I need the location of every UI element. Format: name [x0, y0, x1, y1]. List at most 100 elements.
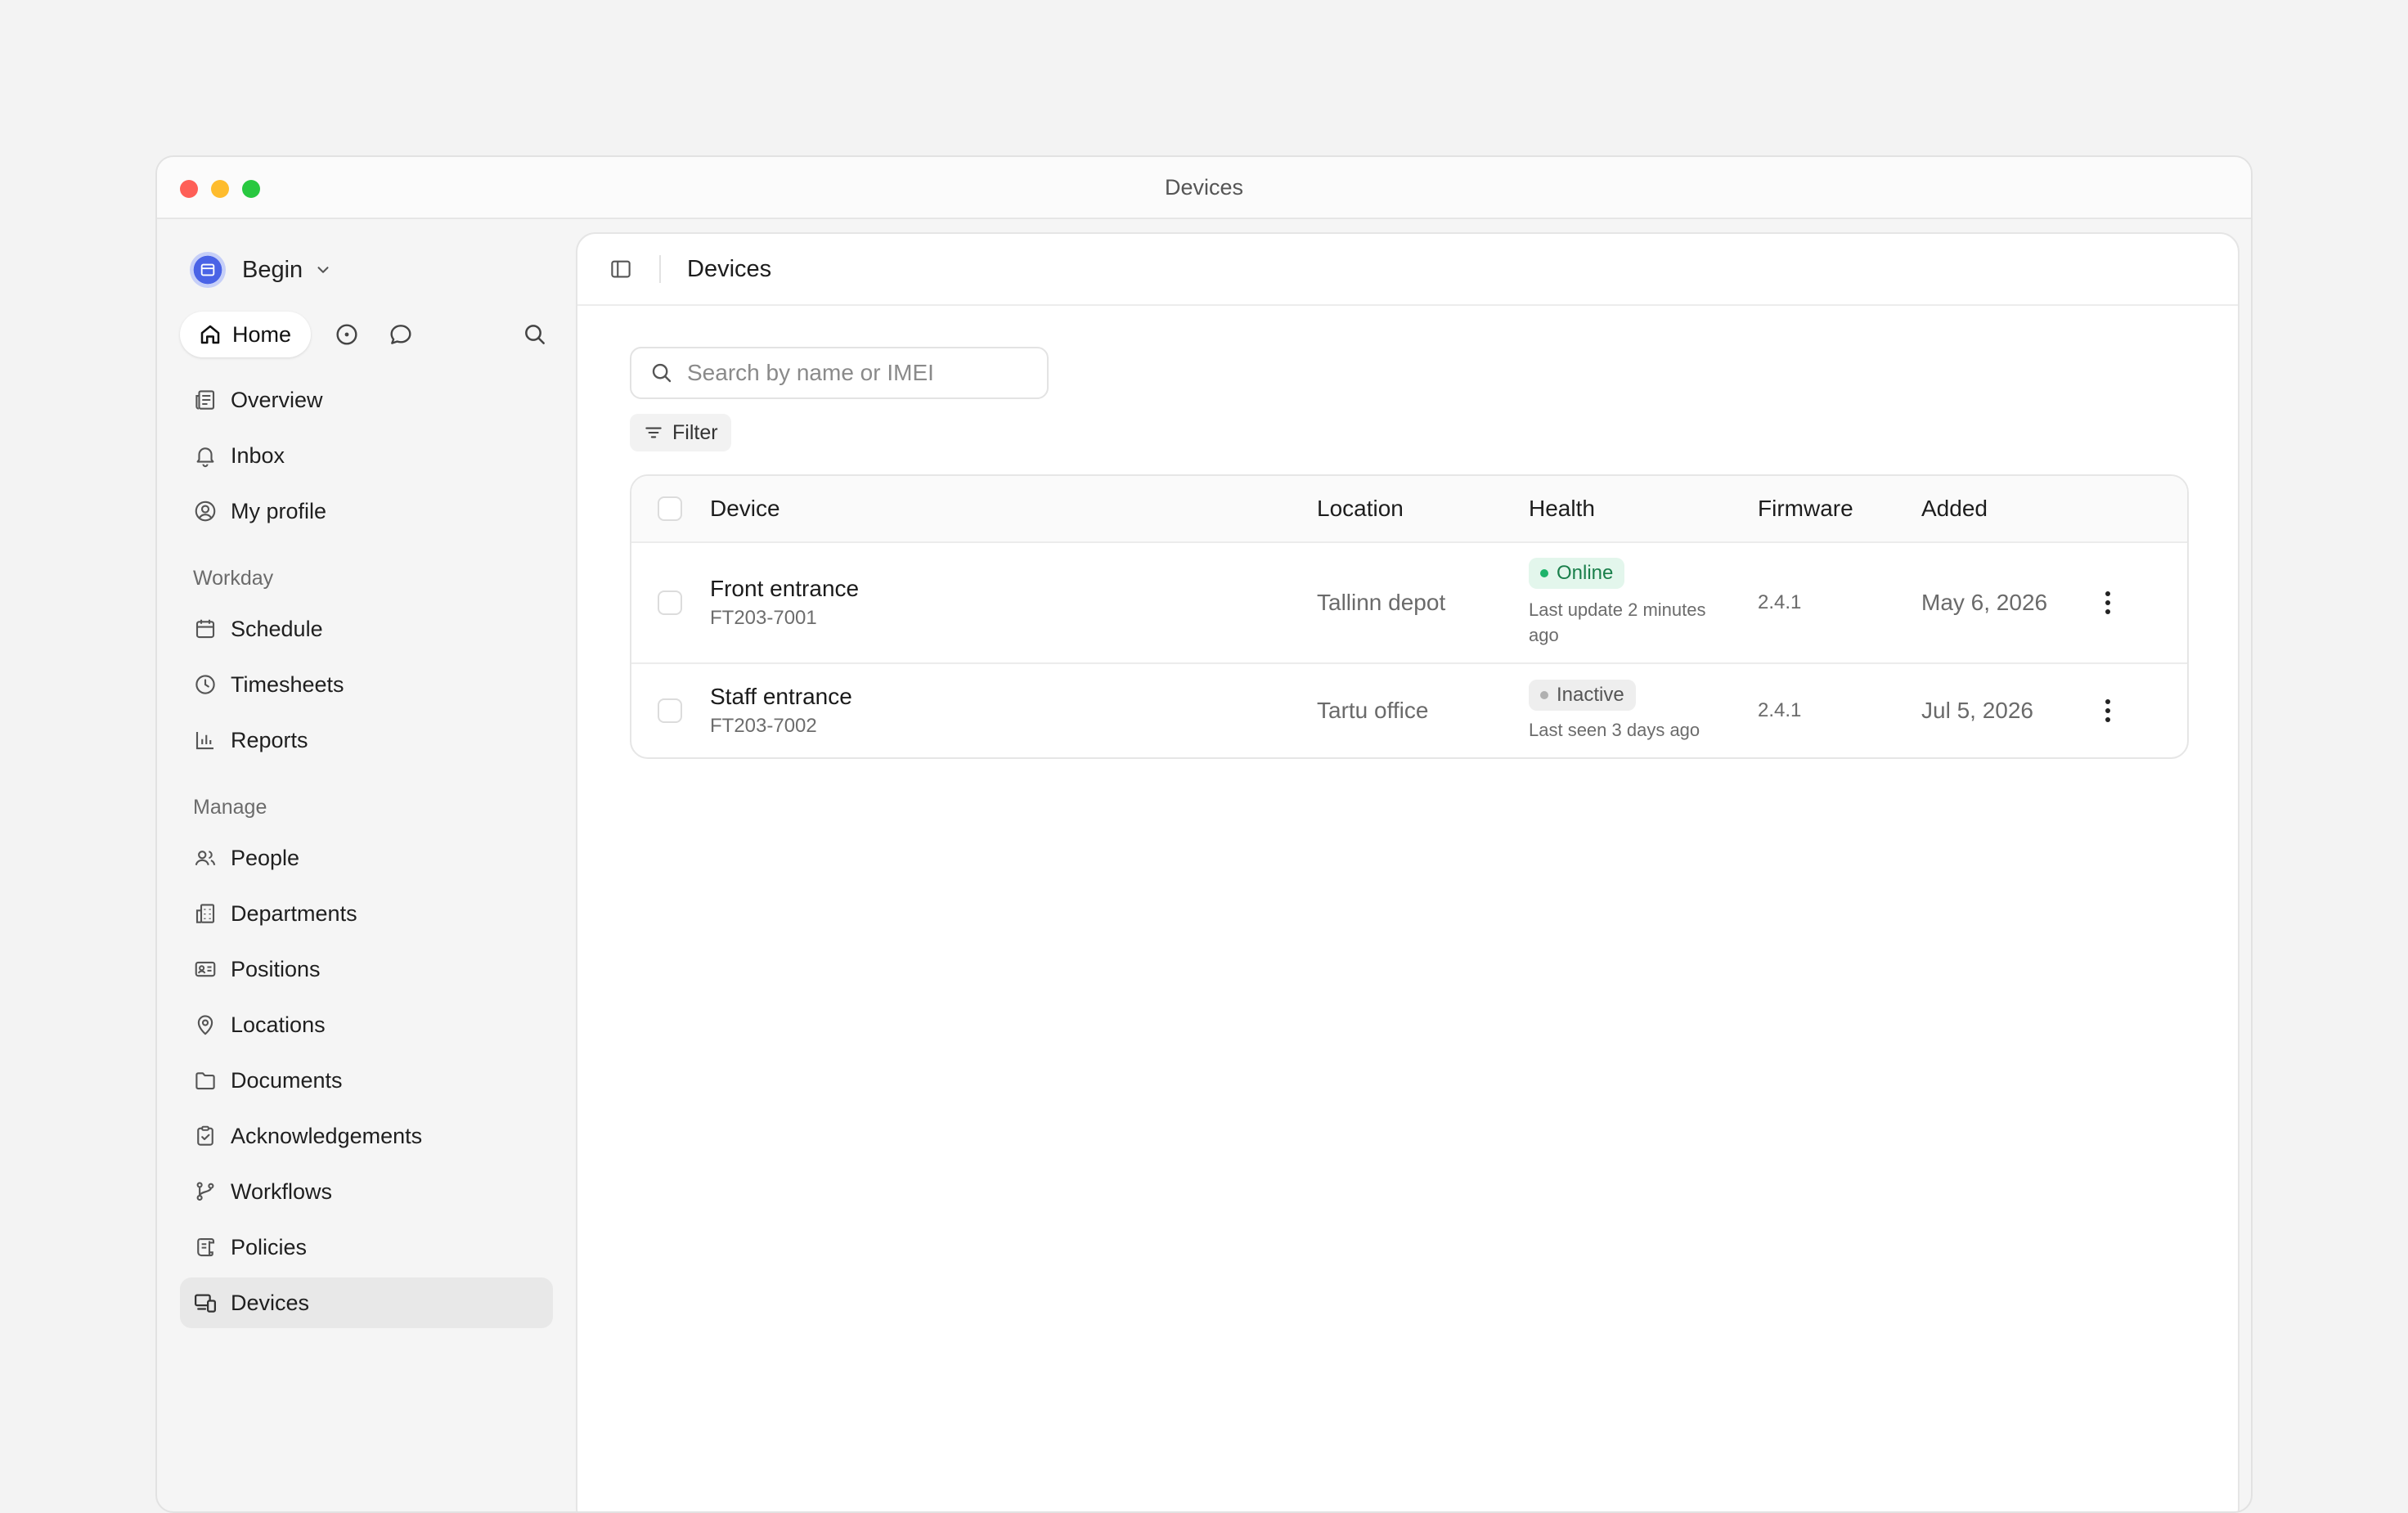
device-id: FT203-7001 [710, 607, 817, 629]
zoom-window-button[interactable] [242, 180, 260, 198]
workspace-name: Begin [242, 256, 303, 283]
sidebar-item-devices[interactable]: Devices [180, 1277, 553, 1328]
status-badge: Online [1529, 558, 1625, 589]
sidebar-item-reports[interactable]: Reports [180, 715, 553, 765]
clock-icon [191, 671, 219, 698]
sidebar-item-documents[interactable]: Documents [180, 1055, 553, 1106]
sidebar: Begin Home Overview Inbox My profile Wor… [157, 219, 576, 1511]
status-dot-icon [1540, 569, 1548, 577]
folder-icon [191, 1066, 219, 1094]
filter-icon [645, 427, 662, 438]
home-icon [200, 325, 220, 344]
status-label: Online [1557, 562, 1614, 584]
home-button[interactable]: Home [180, 312, 312, 357]
sidebar-item-label: Locations [231, 1012, 326, 1037]
column-header-location[interactable]: Location [1317, 496, 1404, 522]
user-circle-icon [191, 497, 219, 525]
sidebar-item-label: Acknowledgements [231, 1123, 423, 1148]
column-header-device[interactable]: Device [710, 496, 780, 522]
git-branch-icon [191, 1178, 219, 1205]
messages-button[interactable] [383, 317, 419, 352]
sidebar-item-people[interactable]: People [180, 833, 553, 883]
sidebar-item-overview[interactable]: Overview [180, 375, 553, 425]
sidebar-item-acknowledgements[interactable]: Acknowledgements [180, 1111, 553, 1161]
device-name: Staff entrance [710, 684, 852, 709]
search-field[interactable] [630, 347, 1049, 399]
devices-table: Device Location Health Firmware Added Fr… [630, 474, 2189, 759]
added-date: Jul 5, 2026 [1921, 698, 2033, 723]
sidebar-item-departments[interactable]: Departments [180, 888, 553, 939]
sidebar-item-label: Timesheets [231, 671, 344, 697]
device-location: Tallinn depot [1317, 590, 1446, 615]
sidebar-item-inbox[interactable]: Inbox [180, 430, 553, 481]
activity-button[interactable] [329, 317, 365, 352]
sidebar-item-schedule[interactable]: Schedule [180, 604, 553, 654]
id-card-icon [191, 955, 219, 983]
device-name: Front entrance [710, 576, 860, 601]
main-header: Devices [577, 234, 2238, 306]
close-window-button[interactable] [180, 180, 198, 198]
status-dot-icon [1540, 690, 1548, 699]
sidebar-item-label: Inbox [231, 442, 285, 468]
clipboard-check-icon [191, 1122, 219, 1150]
chevron-down-icon [314, 261, 332, 279]
firmware-version: 2.4.1 [1758, 699, 1802, 721]
sidebar-item-label: Reports [231, 727, 308, 752]
minimize-window-button[interactable] [211, 180, 229, 198]
row-actions-button[interactable] [2096, 699, 2120, 722]
sidebar-item-workflows[interactable]: Workflows [180, 1166, 553, 1217]
sidebar-toggle-button[interactable] [609, 257, 633, 281]
sidebar-item-my-profile[interactable]: My profile [180, 486, 553, 537]
global-search-button[interactable] [517, 317, 553, 352]
newspaper-icon [191, 386, 219, 414]
sidebar-item-positions[interactable]: Positions [180, 944, 553, 994]
workspace-switcher[interactable]: Begin [190, 249, 553, 291]
column-header-added[interactable]: Added [1921, 496, 1988, 522]
table-header-row: Device Location Health Firmware Added [631, 476, 2187, 543]
health-cell: Inactive Last seen 3 days ago [1529, 679, 1733, 743]
search-icon [652, 363, 672, 383]
row-checkbox[interactable] [658, 698, 682, 723]
app-window: Devices Begin Home Overview Inbox My pro… [155, 155, 2253, 1513]
table-row[interactable]: Front entrance FT203-7001 Tallinn depot … [631, 543, 2187, 664]
search-input[interactable] [687, 360, 1031, 386]
sidebar-item-label: People [231, 845, 300, 870]
sidebar-item-label: Devices [231, 1290, 310, 1315]
sidebar-item-timesheets[interactable]: Timesheets [180, 659, 553, 710]
building-icon [191, 900, 219, 927]
sidebar-item-label: Schedule [231, 616, 323, 641]
sidebar-toggle-icon [611, 260, 631, 278]
select-all-checkbox[interactable] [658, 496, 682, 521]
quick-actions: Home [180, 311, 553, 358]
sidebar-nav: Overview Inbox My profile Workday Schedu [180, 375, 553, 1328]
bar-chart-icon [191, 726, 219, 754]
health-detail: Last seen 3 days ago [1529, 719, 1700, 740]
device-cell: Staff entrance FT203-7002 [710, 684, 852, 738]
users-icon [191, 844, 219, 872]
sidebar-item-locations[interactable]: Locations [180, 999, 553, 1050]
firmware-version: 2.4.1 [1758, 591, 1802, 613]
row-checkbox[interactable] [658, 590, 682, 615]
section-title-manage: Manage [193, 796, 267, 819]
column-header-health[interactable]: Health [1529, 496, 1595, 522]
section-title-workday: Workday [193, 567, 274, 590]
sidebar-item-label: Overview [231, 387, 323, 412]
sidebar-item-policies[interactable]: Policies [180, 1222, 553, 1273]
added-date: May 6, 2026 [1921, 590, 2048, 615]
status-badge: Inactive [1529, 679, 1636, 711]
column-header-firmware[interactable]: Firmware [1758, 496, 1853, 522]
sidebar-item-label: Positions [231, 956, 321, 981]
table-row[interactable]: Staff entrance FT203-7002 Tartu office I… [631, 664, 2187, 757]
filter-button[interactable]: Filter [630, 414, 731, 451]
device-location: Tartu office [1317, 698, 1429, 723]
health-detail: Last update 2 minutes ago [1529, 599, 1706, 645]
sidebar-item-label: My profile [231, 498, 327, 523]
title-bar: Devices [157, 157, 2251, 219]
window-controls [180, 180, 260, 198]
chat-bubble-icon [390, 325, 411, 344]
header-divider [659, 255, 661, 283]
row-actions-button[interactable] [2096, 591, 2120, 614]
sidebar-item-label: Documents [231, 1067, 343, 1093]
sidebar-item-label: Workflows [231, 1179, 333, 1204]
window-title: Devices [1164, 174, 1244, 200]
